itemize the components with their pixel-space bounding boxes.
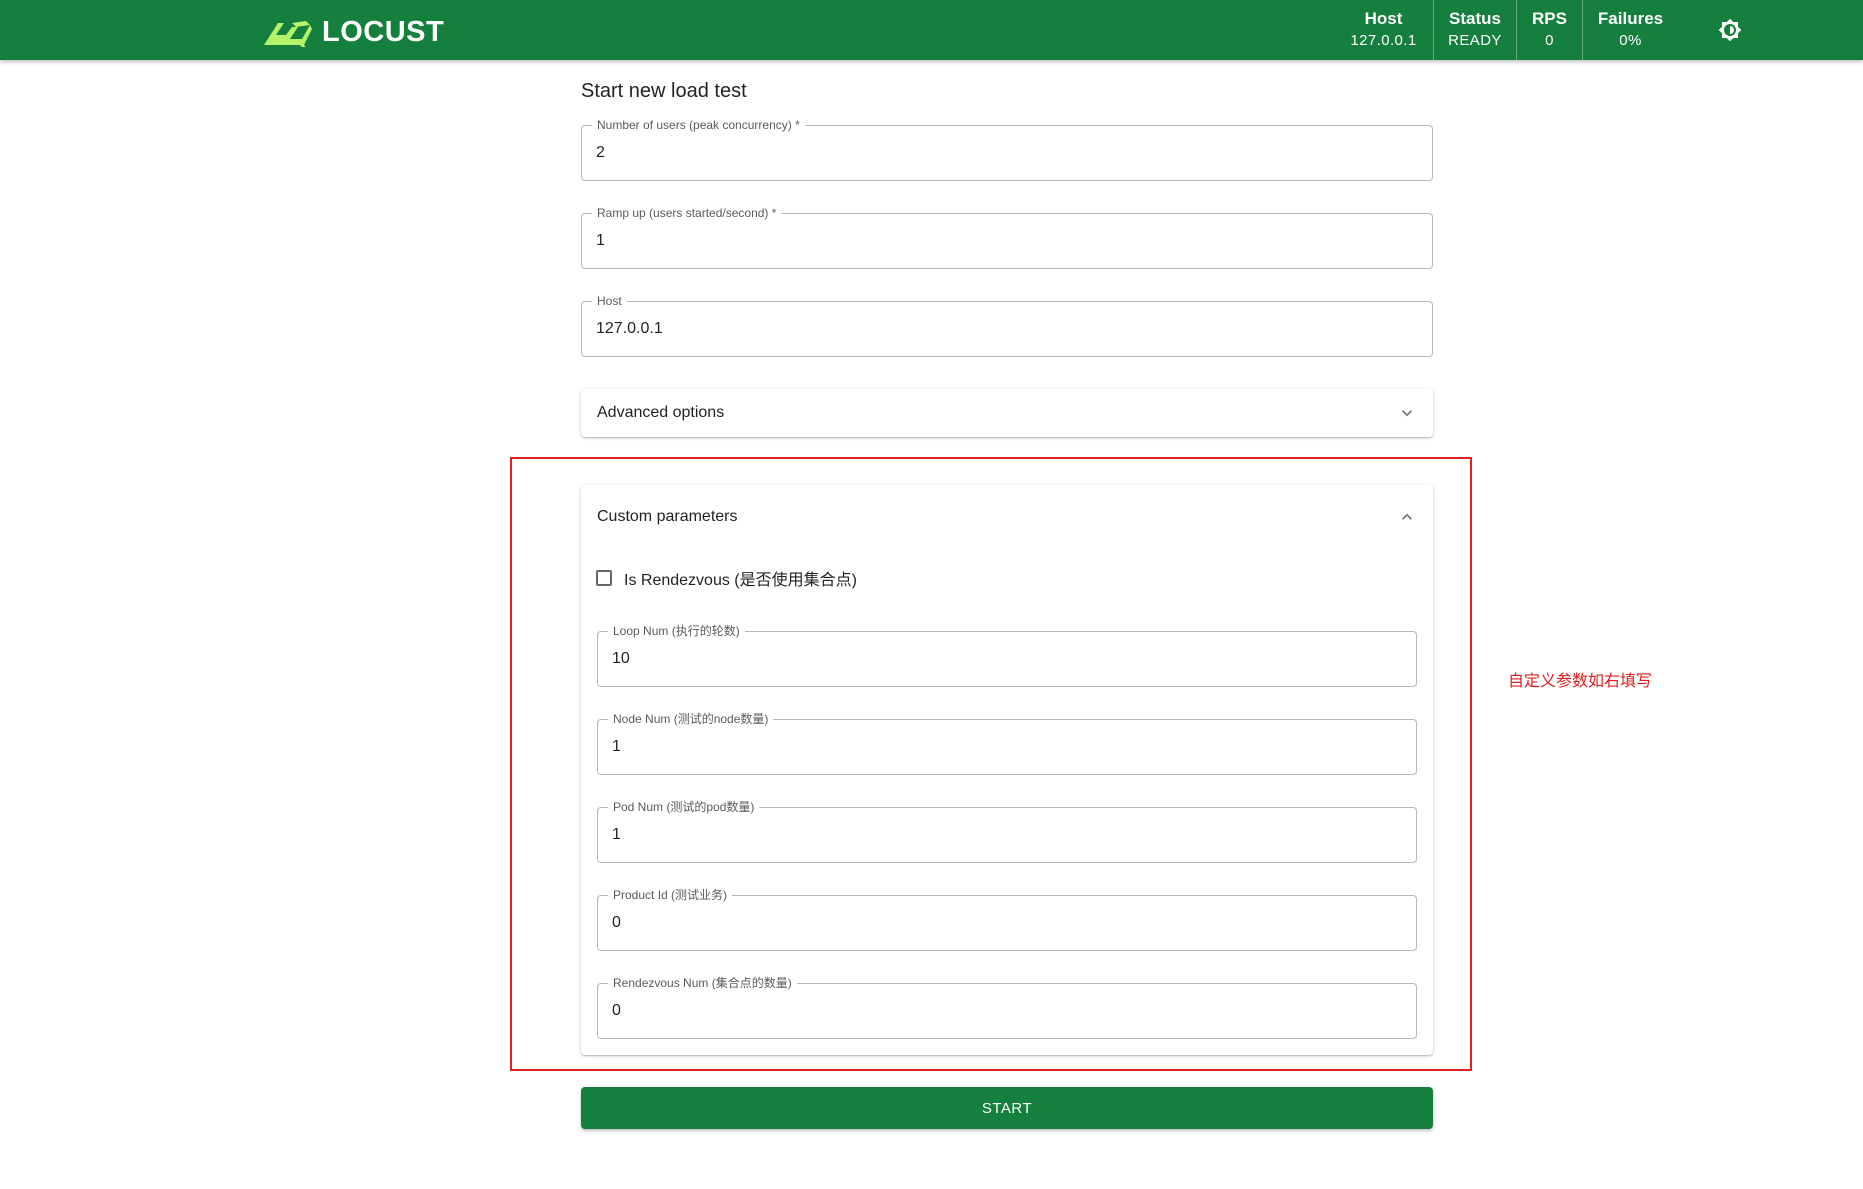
stat-rps-label: RPS (1532, 9, 1567, 28)
host-field[interactable]: Host (581, 294, 1433, 357)
chevron-up-icon (1402, 513, 1412, 520)
ramp-up-input[interactable] (582, 214, 1432, 268)
stat-status-label: Status (1449, 9, 1501, 28)
advanced-options-title: Advanced options (597, 404, 725, 421)
form-title: Start new load test (581, 80, 747, 102)
start-button[interactable]: START (581, 1087, 1433, 1129)
users-input[interactable] (582, 126, 1432, 180)
custom-parameters-summary[interactable]: Custom parameters (581, 493, 1433, 541)
theme-toggle-button[interactable] (1714, 14, 1746, 46)
rendezvous-checkbox-row[interactable]: Is Rendezvous (是否使用集合点) (596, 566, 857, 590)
rendezvous-num-input[interactable] (598, 984, 1416, 1038)
stat-host-label: Host (1364, 9, 1403, 28)
product-id-field[interactable]: Product Id (测试业务) (597, 888, 1417, 951)
locust-logo-icon (264, 20, 312, 47)
node-num-input[interactable] (598, 720, 1416, 774)
advanced-options-accordion[interactable]: Advanced options (581, 389, 1433, 437)
stat-failures-value: 0% (1619, 32, 1642, 49)
logo-text: LOCUST (322, 16, 445, 48)
pod-num-input[interactable] (598, 808, 1416, 862)
rendezvous-checkbox[interactable] (596, 570, 612, 586)
rendezvous-checkbox-label: Is Rendezvous (是否使用集合点) (624, 572, 857, 589)
pod-num-field[interactable]: Pod Num (测试的pod数量) (597, 800, 1417, 863)
chevron-down-icon (1402, 410, 1412, 417)
custom-parameters-title: Custom parameters (597, 508, 738, 525)
stat-status-value: READY (1448, 32, 1502, 49)
node-num-field[interactable]: Node Num (测试的node数量) (597, 712, 1417, 775)
locust-logo[interactable]: LOCUST (262, 16, 444, 49)
stat-failures: Failures 0% (1582, 0, 1678, 60)
advanced-options-summary[interactable]: Advanced options (581, 389, 1433, 437)
users-field[interactable]: Number of users (peak concurrency) * (581, 118, 1433, 181)
stat-failures-label: Failures (1597, 9, 1664, 28)
loop-num-input[interactable] (598, 632, 1416, 686)
app-header: LOCUST Host 127.0.0.1 Status READY RPS 0… (0, 0, 1863, 60)
host-input[interactable] (582, 302, 1432, 356)
product-id-input[interactable] (598, 896, 1416, 950)
rendezvous-num-field[interactable]: Rendezvous Num (集合点的数量) (597, 976, 1417, 1039)
brightness-icon (1718, 18, 1742, 42)
header-stats: Host 127.0.0.1 Status READY RPS 0 Failur… (1334, 0, 1678, 60)
stat-rps-value: 0 (1545, 32, 1554, 49)
stat-host-value: 127.0.0.1 (1350, 32, 1417, 49)
loop-num-field[interactable]: Loop Num (执行的轮数) (597, 624, 1417, 687)
stat-status: Status READY (1433, 0, 1516, 60)
stat-host: Host 127.0.0.1 (1334, 0, 1433, 60)
stat-rps: RPS 0 (1516, 0, 1582, 60)
ramp-up-field[interactable]: Ramp up (users started/second) * (581, 206, 1433, 269)
annotation-text: 自定义参数如右填写 (1508, 671, 1653, 690)
